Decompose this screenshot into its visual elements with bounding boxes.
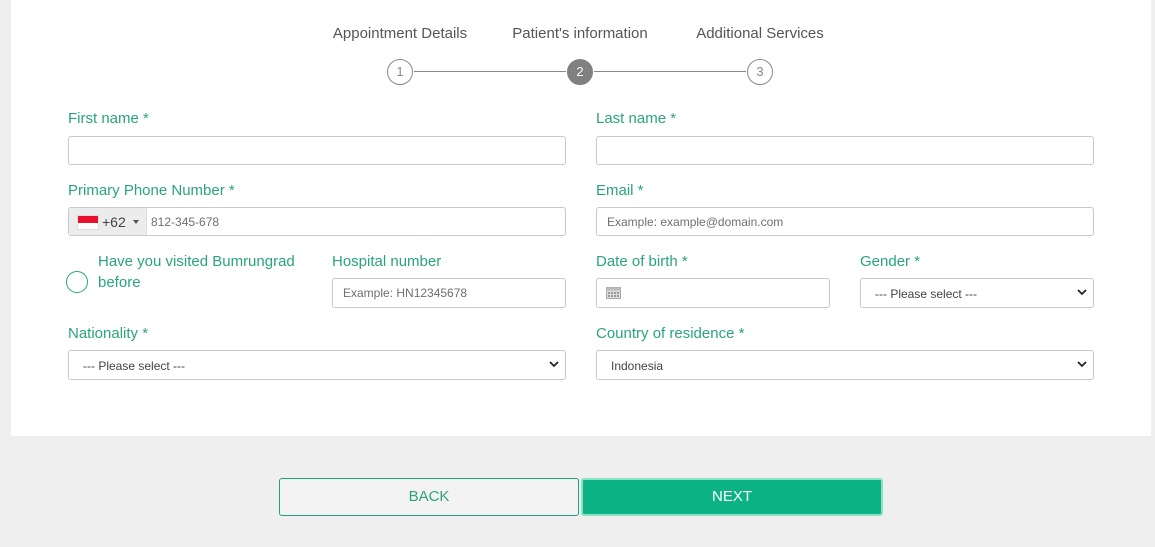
last-name-field[interactable] — [596, 136, 1094, 165]
visited-before-label[interactable]: Have you visited Bumrungrad before — [98, 251, 308, 293]
chevron-down-icon — [549, 361, 559, 368]
step-circle-3[interactable]: 3 — [747, 59, 773, 85]
date-of-birth-label: Date of birth * — [596, 253, 688, 270]
nationality-selected: --- Please select --- — [83, 359, 186, 373]
last-name-label: Last name * — [596, 110, 677, 127]
stepper-connector — [594, 71, 746, 72]
email-placeholder: Example: example@domain.com — [607, 215, 784, 229]
hospital-number-placeholder: Example: HN12345678 — [343, 286, 468, 300]
next-button[interactable]: NEXT — [581, 478, 883, 516]
email-field[interactable]: Example: example@domain.com — [596, 207, 1094, 236]
country-code-selector[interactable]: +62 — [69, 208, 147, 235]
gender-selected: --- Please select --- — [875, 287, 978, 301]
first-name-label: First name * — [68, 110, 149, 127]
step-label-additional-services[interactable]: Additional Services — [696, 25, 824, 42]
chevron-down-icon — [1077, 361, 1087, 368]
step-label-appointment-details[interactable]: Appointment Details — [333, 25, 467, 42]
phone-placeholder: 812-345-678 — [151, 215, 220, 229]
hospital-number-field[interactable]: Example: HN12345678 — [332, 278, 566, 308]
country-of-residence-label: Country of residence * — [596, 325, 745, 342]
gender-select[interactable]: --- Please select --- — [860, 278, 1094, 308]
email-label: Email * — [596, 182, 644, 199]
first-name-field[interactable] — [68, 136, 566, 165]
country-of-residence-select[interactable]: Indonesia — [596, 350, 1094, 380]
calendar-icon[interactable] — [606, 286, 621, 299]
stepper-connector — [414, 71, 566, 72]
nationality-label: Nationality * — [68, 325, 149, 342]
back-button[interactable]: BACK — [279, 478, 579, 516]
step-circle-1[interactable]: 1 — [387, 59, 413, 85]
phone-field[interactable]: +62 812-345-678 — [68, 207, 566, 236]
caret-down-icon — [133, 220, 139, 224]
phone-label: Primary Phone Number * — [68, 182, 235, 199]
visited-before-radio[interactable] — [66, 271, 88, 293]
step-label-patient-information[interactable]: Patient's information — [512, 25, 647, 42]
nationality-select[interactable]: --- Please select --- — [68, 350, 566, 380]
date-of-birth-field[interactable] — [596, 278, 830, 308]
chevron-down-icon — [1077, 289, 1087, 296]
country-of-residence-selected: Indonesia — [611, 359, 664, 373]
step-circle-2[interactable]: 2 — [567, 59, 593, 85]
indonesia-flag-icon — [77, 215, 99, 230]
hospital-number-label: Hospital number — [332, 253, 442, 270]
gender-label: Gender * — [860, 253, 921, 270]
country-dial-code: +62 — [102, 214, 126, 230]
